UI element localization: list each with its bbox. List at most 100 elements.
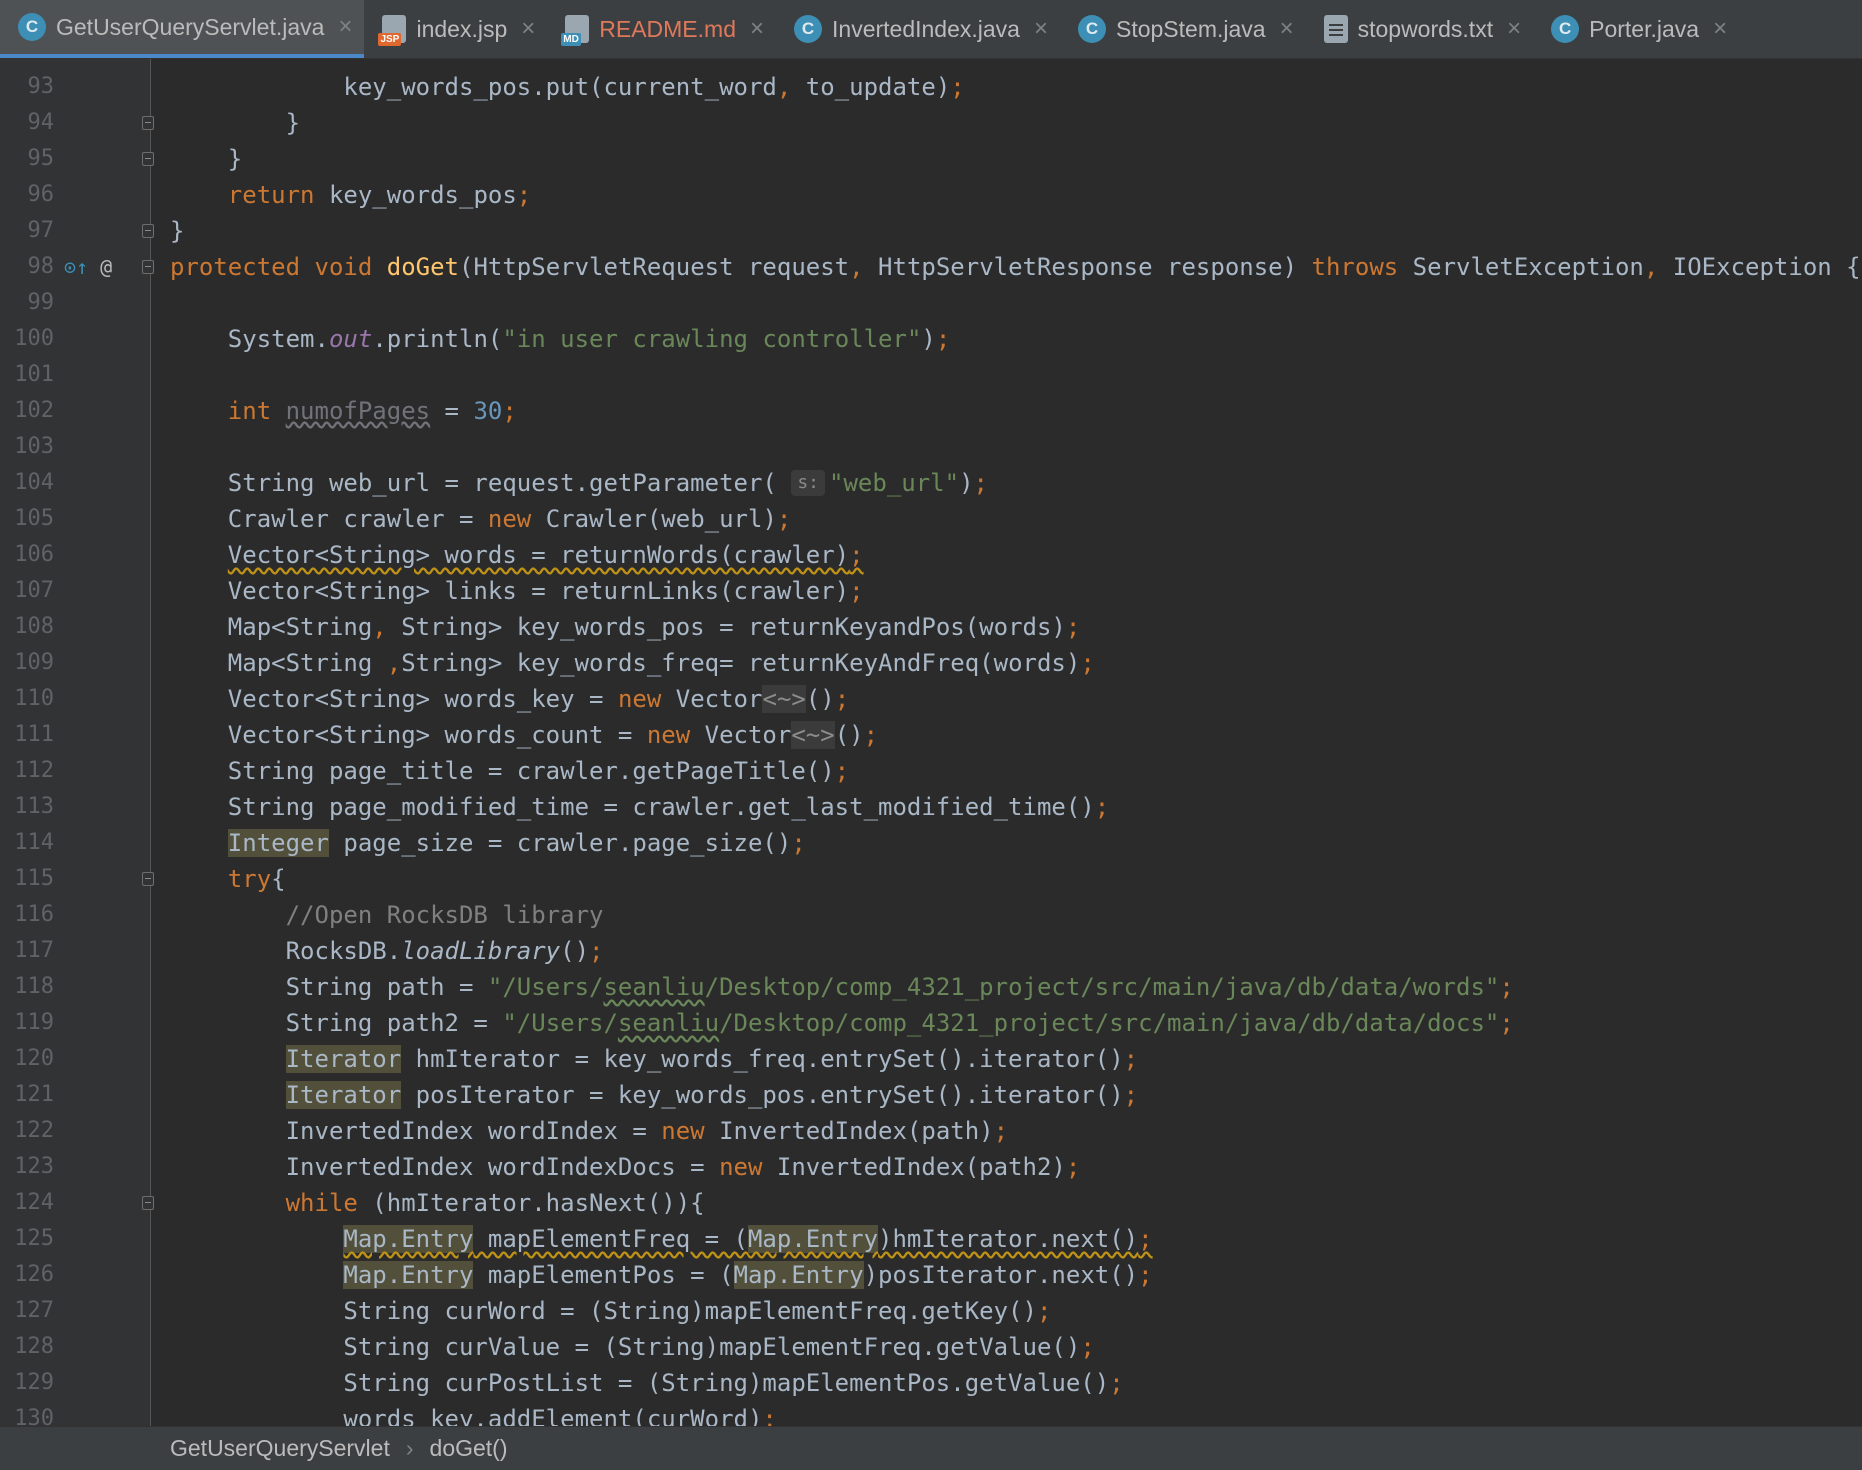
code-text: Iterator posIterator = key_words_pos.ent…	[285, 1081, 1139, 1109]
code-text: String path2 = "/Users/seanliu/Desktop/c…	[170, 1009, 1514, 1037]
code-text: Crawler crawler = new Crawler(web_url);	[170, 505, 792, 533]
tab-label: StopStem.java	[1115, 15, 1266, 42]
line-number: 121	[14, 1082, 54, 1107]
breadcrumb-class[interactable]: GetUserQueryServlet	[170, 1435, 390, 1462]
line-number: 101	[14, 362, 54, 387]
line-number: 106	[14, 542, 54, 567]
close-icon[interactable]: ×	[1507, 15, 1521, 43]
close-icon[interactable]: ×	[1280, 15, 1294, 43]
line-number: 105	[14, 506, 54, 531]
override-marker-icon[interactable]: ⊙↑	[64, 255, 88, 279]
tab-stopstem-java[interactable]: C StopStem.java ×	[1060, 0, 1306, 58]
line-number: 118	[14, 974, 54, 999]
line-number: 116	[14, 902, 54, 927]
line-number: 114	[14, 830, 54, 855]
code-text: key_words_pos.put(current_word, to_updat…	[170, 73, 965, 101]
line-number: 129	[14, 1370, 54, 1395]
code-text: Integer page_size = crawler.page_size();	[227, 829, 806, 857]
breadcrumb-separator: ›	[405, 1435, 414, 1461]
line-number: 125	[14, 1226, 54, 1251]
code-text: System.out.println("in user crawling con…	[170, 325, 951, 353]
tab-label: GetUserQueryServlet.java	[56, 13, 325, 40]
line-number: 93	[27, 74, 55, 99]
line-number: 102	[14, 398, 54, 423]
close-icon[interactable]: ×	[521, 15, 535, 43]
jsp-file-icon: JSP	[378, 15, 407, 46]
line-number: 127	[14, 1298, 54, 1323]
line-number: 119	[14, 1010, 54, 1035]
line-number: 123	[14, 1154, 54, 1179]
line-number: 117	[14, 938, 54, 963]
close-icon[interactable]: ×	[338, 13, 352, 41]
code-text: protected void doGet(HttpServletRequest …	[170, 253, 1861, 281]
override-method-icon[interactable]: ⊙↑ @	[64, 256, 112, 278]
line-number: 113	[14, 794, 54, 819]
code-text: Iterator hmIterator = key_words_freq.ent…	[285, 1045, 1139, 1073]
tab-label: InvertedIndex.java	[832, 15, 1020, 42]
fold-marker-icon[interactable]	[142, 152, 154, 166]
code-text: String curWord = (String)mapElementFreq.…	[170, 1297, 1052, 1325]
code-text: }	[170, 217, 185, 245]
java-class-icon: C	[794, 15, 823, 43]
tab-label: stopwords.txt	[1357, 15, 1494, 42]
code-text: Vector<String> words_key = new Vector<~>…	[170, 685, 850, 713]
code-text: Map<String, String> key_words_pos = retu…	[170, 613, 1081, 641]
line-number: 109	[14, 650, 54, 675]
line-number: 98	[27, 254, 55, 279]
line-number: 97	[27, 218, 55, 243]
java-class-icon: C	[1077, 15, 1106, 43]
line-number: 110	[14, 686, 54, 711]
fold-marker-icon[interactable]	[142, 116, 154, 130]
code-editor[interactable]: 93 key_words_pos.put(current_word, to_up…	[0, 59, 1862, 1426]
editor-tab-bar: C GetUserQueryServlet.java × JSP index.jsp × M…	[0, 0, 1862, 59]
annotation-icon: @	[100, 255, 113, 279]
code-text: String page_title = crawler.getPageTitle…	[170, 757, 850, 785]
tab-invertedindex-java[interactable]: C InvertedIndex.java ×	[776, 0, 1060, 58]
code-text: InvertedIndex wordIndex = new InvertedIn…	[170, 1117, 1009, 1145]
fold-marker-icon[interactable]	[142, 260, 154, 274]
code-text: Vector<String> links = returnLinks(crawl…	[170, 577, 864, 605]
code-text: Map<String ,String> key_words_freq= retu…	[170, 649, 1095, 677]
code-text: String curPostList = (String)mapElementP…	[170, 1369, 1124, 1397]
fold-marker-icon[interactable]	[142, 1196, 154, 1210]
line-number: 107	[14, 578, 54, 603]
tab-label: README.md	[599, 15, 736, 42]
code-text: Map.Entry mapElementFreq = (Map.Entry)hm…	[343, 1225, 1153, 1253]
code-text: }	[170, 145, 243, 173]
code-text: Vector<String> words = returnWords(crawl…	[227, 541, 864, 569]
line-number: 108	[14, 614, 54, 639]
line-number: 112	[14, 758, 54, 783]
tab-porter-java[interactable]: C Porter.java ×	[1533, 0, 1739, 58]
code-text: try{	[227, 865, 286, 893]
line-number: 120	[14, 1046, 54, 1071]
line-number: 94	[27, 110, 55, 135]
line-number: 122	[14, 1118, 54, 1143]
java-class-icon: C	[18, 13, 46, 41]
fold-marker-icon[interactable]	[142, 872, 154, 886]
close-icon[interactable]: ×	[750, 15, 764, 43]
code-text: }	[170, 109, 301, 137]
tab-label: index.jsp	[416, 15, 508, 42]
line-number: 126	[14, 1262, 54, 1287]
line-number: 124	[14, 1190, 54, 1215]
tab-stopwords-txt[interactable]: stopwords.txt ×	[1306, 0, 1534, 58]
close-icon[interactable]: ×	[1713, 15, 1727, 43]
java-class-icon: C	[1551, 15, 1580, 43]
line-number: 99	[27, 290, 55, 315]
close-icon[interactable]: ×	[1034, 15, 1048, 43]
line-number: 95	[27, 146, 55, 171]
code-text: RocksDB.loadLibrary();	[170, 937, 604, 965]
tab-index-jsp[interactable]: JSP index.jsp ×	[364, 0, 547, 58]
tab-getuserqueryservlet-java[interactable]: C GetUserQueryServlet.java ×	[0, 0, 365, 58]
line-number: 115	[14, 866, 54, 891]
tab-readme-md[interactable]: MD README.md ×	[547, 0, 776, 58]
breadcrumb-method[interactable]: doGet()	[430, 1435, 508, 1462]
line-number: 104	[14, 470, 54, 495]
code-text: //Open RocksDB library	[285, 901, 604, 929]
fold-marker-icon[interactable]	[142, 224, 154, 238]
tab-label: Porter.java	[1589, 15, 1700, 42]
line-number: 100	[14, 326, 54, 351]
line-number: 130	[14, 1406, 54, 1426]
code-text: String web_url = request.getParameter( s…	[170, 469, 988, 497]
code-text: InvertedIndex wordIndexDocs = new Invert…	[170, 1153, 1081, 1181]
